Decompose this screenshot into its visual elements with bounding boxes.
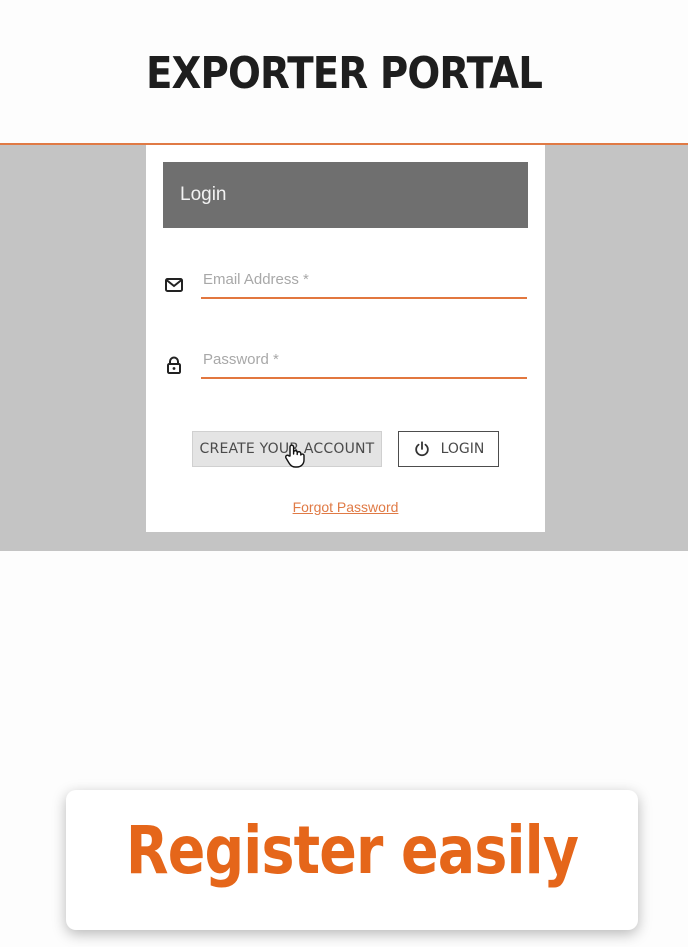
login-label: LOGIN: [440, 441, 485, 457]
hand-cursor-icon: [285, 444, 305, 468]
password-row: [164, 341, 528, 381]
forgot-password-link[interactable]: Forgot Password: [146, 499, 545, 515]
email-field[interactable]: [201, 261, 527, 299]
login-button[interactable]: LOGIN: [398, 431, 499, 467]
password-field[interactable]: [201, 341, 527, 379]
login-card: Login CREATE YOUR ACCOUNT LOGI: [146, 145, 545, 532]
lock-icon: [167, 356, 181, 374]
envelope-icon: [165, 278, 183, 292]
card-header: Login: [163, 162, 528, 228]
page-title: EXPORTER PORTAL: [145, 48, 543, 99]
banner-text: Register easily: [125, 812, 579, 889]
page: EXPORTER PORTAL Login CREATE YOUR ACCOUN…: [0, 0, 688, 947]
power-icon: [414, 441, 429, 457]
email-row: [164, 261, 528, 301]
promo-banner: Register easily: [66, 790, 638, 930]
